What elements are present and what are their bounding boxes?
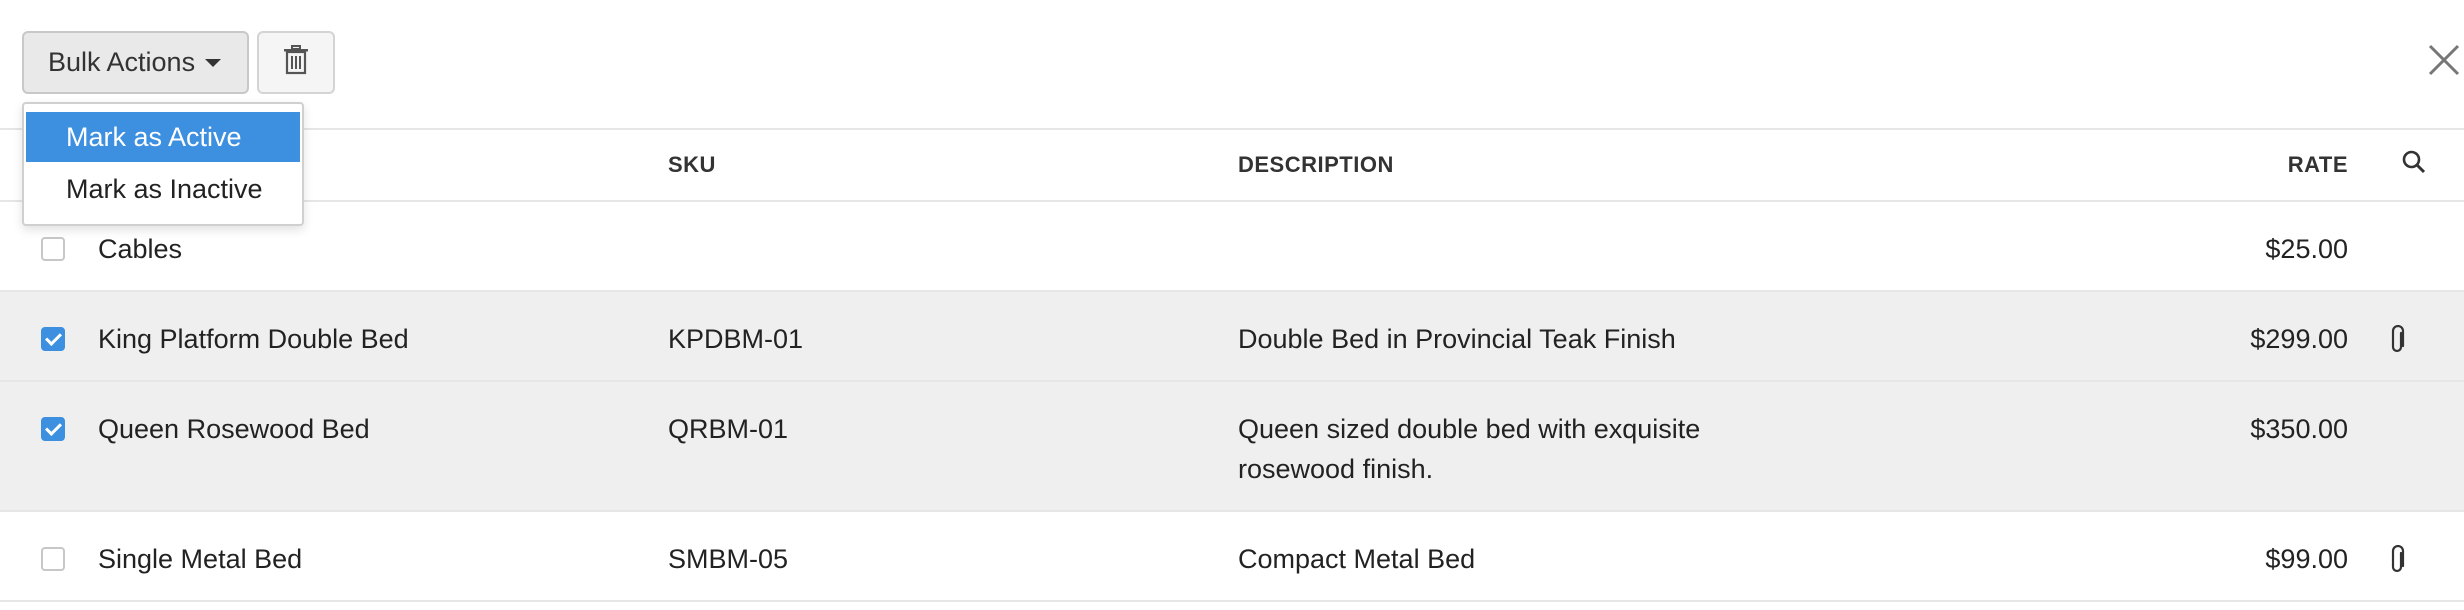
- item-sku: QRBM-01: [668, 414, 789, 444]
- column-header-rate[interactable]: RATE: [2288, 130, 2348, 200]
- table-row[interactable]: King Platform Double Bed KPDBM-01 Double…: [0, 292, 2464, 382]
- bulk-actions-menu: Mark as Active Mark as Inactive: [22, 102, 304, 226]
- row-checkbox[interactable]: [41, 417, 65, 441]
- search-button[interactable]: [2396, 130, 2432, 200]
- table-row[interactable]: Cables $25.00: [0, 202, 2464, 292]
- column-header-sku[interactable]: SKU: [668, 130, 716, 200]
- item-name[interactable]: Single Metal Bed: [98, 539, 302, 579]
- toolbar: Bulk Actions: [0, 0, 2464, 130]
- item-name[interactable]: Queen Rosewood Bed: [98, 409, 370, 449]
- item-description: Double Bed in Provincial Teak Finish: [1238, 324, 1676, 354]
- caret-down-icon: [205, 58, 222, 67]
- close-button[interactable]: [2424, 40, 2464, 84]
- bulk-actions-button[interactable]: Bulk Actions: [22, 31, 249, 94]
- menu-item-mark-inactive[interactable]: Mark as Inactive: [26, 164, 300, 214]
- row-checkbox[interactable]: [41, 327, 65, 351]
- bulk-actions-label: Bulk Actions: [48, 47, 196, 77]
- menu-item-mark-active[interactable]: Mark as Active: [26, 112, 300, 162]
- item-rate: $299.00: [2250, 324, 2348, 354]
- table-row[interactable]: Single Metal Bed SMBM-05 Compact Metal B…: [0, 512, 2464, 602]
- row-checkbox[interactable]: [41, 547, 65, 571]
- item-rate: $350.00: [2250, 414, 2348, 444]
- items-table: SKU DESCRIPTION RATE Cables $25.00 King …: [0, 130, 2464, 602]
- table-header: SKU DESCRIPTION RATE: [0, 130, 2464, 202]
- close-icon: [2427, 43, 2461, 82]
- paperclip-icon[interactable]: [2384, 542, 2412, 578]
- delete-button[interactable]: [257, 31, 335, 94]
- item-name[interactable]: Cables: [98, 229, 182, 269]
- trash-icon: [283, 45, 309, 80]
- item-description: Compact Metal Bed: [1238, 544, 1476, 574]
- item-rate: $25.00: [2265, 234, 2348, 264]
- item-sku: KPDBM-01: [668, 324, 804, 354]
- paperclip-icon[interactable]: [2384, 322, 2412, 358]
- search-icon: [2401, 149, 2427, 181]
- item-name[interactable]: King Platform Double Bed: [98, 319, 409, 359]
- row-checkbox[interactable]: [41, 237, 65, 261]
- item-rate: $99.00: [2265, 544, 2348, 574]
- table-row[interactable]: Queen Rosewood Bed QRBM-01 Queen sized d…: [0, 382, 2464, 512]
- column-header-description[interactable]: DESCRIPTION: [1238, 130, 1394, 200]
- item-description: Queen sized double bed with exquisite ro…: [1238, 414, 1701, 484]
- item-sku: SMBM-05: [668, 544, 789, 574]
